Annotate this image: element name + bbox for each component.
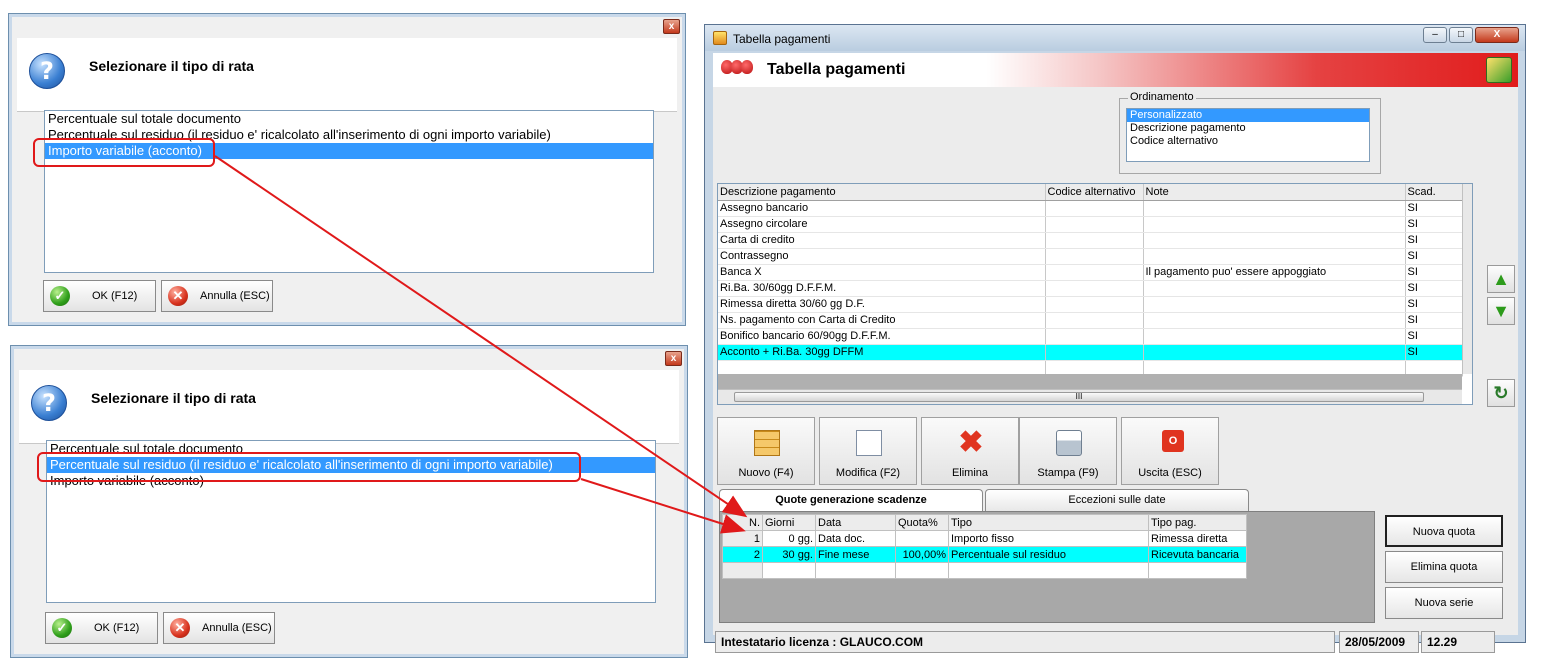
- arrow-to-row-1: [214, 155, 748, 518]
- annotation-arrows: [214, 155, 748, 534]
- arrow-to-row-2: [580, 478, 746, 534]
